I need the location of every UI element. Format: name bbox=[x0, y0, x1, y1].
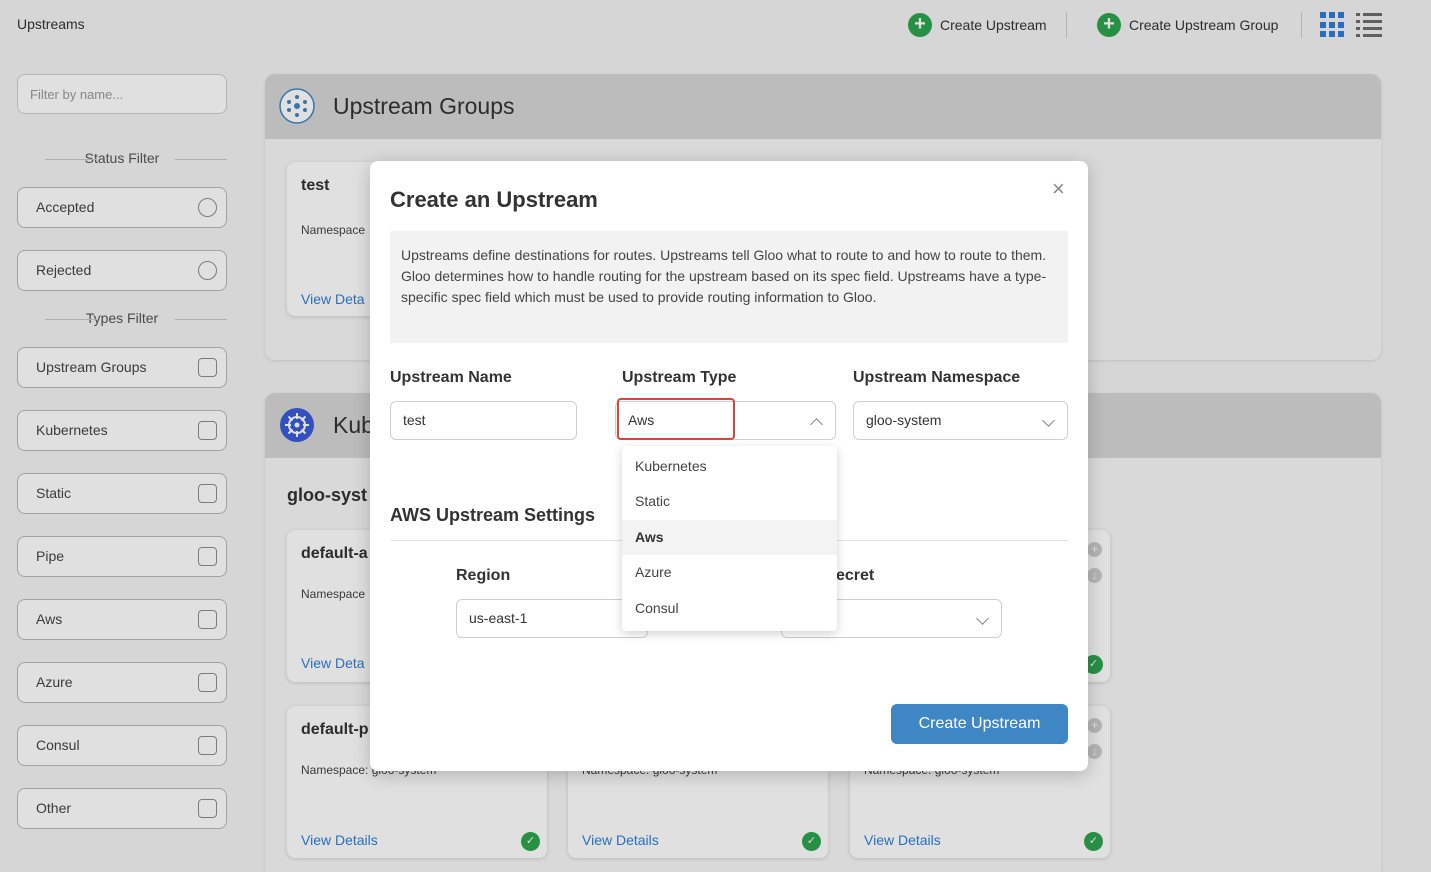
upstream-namespace-select[interactable]: gloo-system bbox=[853, 401, 1068, 440]
upstream-name-label: Upstream Name bbox=[390, 369, 512, 386]
region-input[interactable]: us-east-1 bbox=[456, 599, 648, 638]
aws-settings-heading: AWS Upstream Settings bbox=[390, 505, 596, 525]
upstream-type-label: Upstream Type bbox=[622, 369, 737, 386]
secret-label: ecret bbox=[836, 567, 875, 584]
upstream-type-select[interactable]: Aws bbox=[615, 401, 836, 440]
upstream-namespace-label: Upstream Namespace bbox=[853, 369, 1021, 386]
type-option-kubernetes[interactable]: Kubernetes bbox=[622, 449, 837, 484]
type-option-consul[interactable]: Consul bbox=[622, 591, 837, 626]
type-option-aws[interactable]: Aws bbox=[622, 519, 837, 556]
upstream-type-dropdown: Kubernetes Static Aws Azure Consul bbox=[622, 446, 837, 631]
region-label: Region bbox=[456, 567, 511, 584]
chevron-up-icon bbox=[810, 418, 823, 431]
upstream-name-input[interactable]: test bbox=[390, 401, 577, 440]
close-icon[interactable]: × bbox=[1052, 178, 1065, 200]
selected-namespace-value: gloo-system bbox=[866, 412, 942, 428]
create-upstream-button[interactable]: Create Upstream bbox=[891, 704, 1068, 744]
selected-type-value: Aws bbox=[628, 412, 655, 428]
chevron-down-icon bbox=[1042, 414, 1055, 427]
type-option-static[interactable]: Static bbox=[622, 484, 837, 519]
chevron-down-icon bbox=[976, 612, 989, 625]
modal-description: Upstreams define destinations for routes… bbox=[390, 231, 1068, 343]
modal-title: Create an Upstream bbox=[390, 187, 598, 212]
type-option-azure[interactable]: Azure bbox=[622, 555, 837, 590]
